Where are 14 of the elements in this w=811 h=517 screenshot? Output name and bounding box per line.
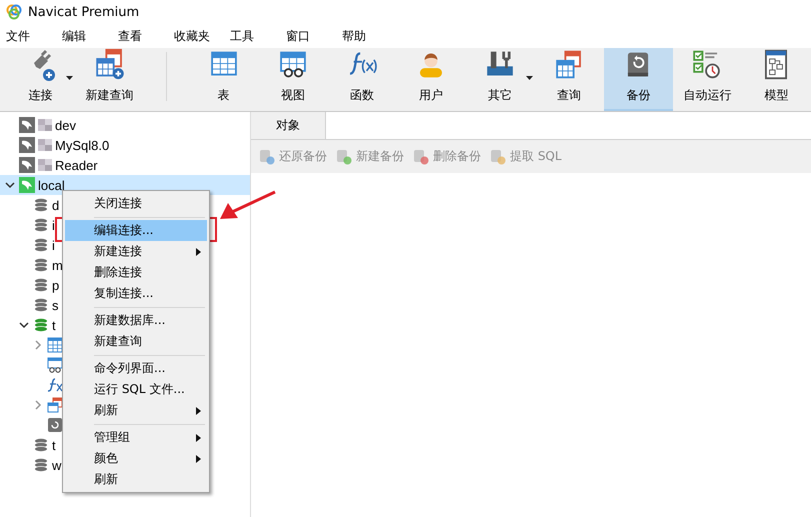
tree-item-label: p	[52, 278, 60, 292]
tree-item-label: t	[52, 438, 56, 452]
tree-item-label: i	[52, 238, 55, 252]
tree-item-label: MySql8.0	[55, 138, 110, 152]
tree-item-label: w	[52, 458, 62, 472]
tree-item-label: i	[52, 218, 55, 232]
window-title: Navicat Premium	[28, 4, 140, 20]
tree-item-label: m	[52, 258, 63, 272]
tree-item-label: Reader	[55, 158, 98, 172]
tree-item-label: s	[52, 298, 58, 312]
tree-item-label: d	[52, 198, 60, 212]
tree-item-label: t	[52, 318, 56, 332]
tree-item-label: local	[38, 178, 65, 192]
tree-item-label: dev	[55, 118, 76, 132]
